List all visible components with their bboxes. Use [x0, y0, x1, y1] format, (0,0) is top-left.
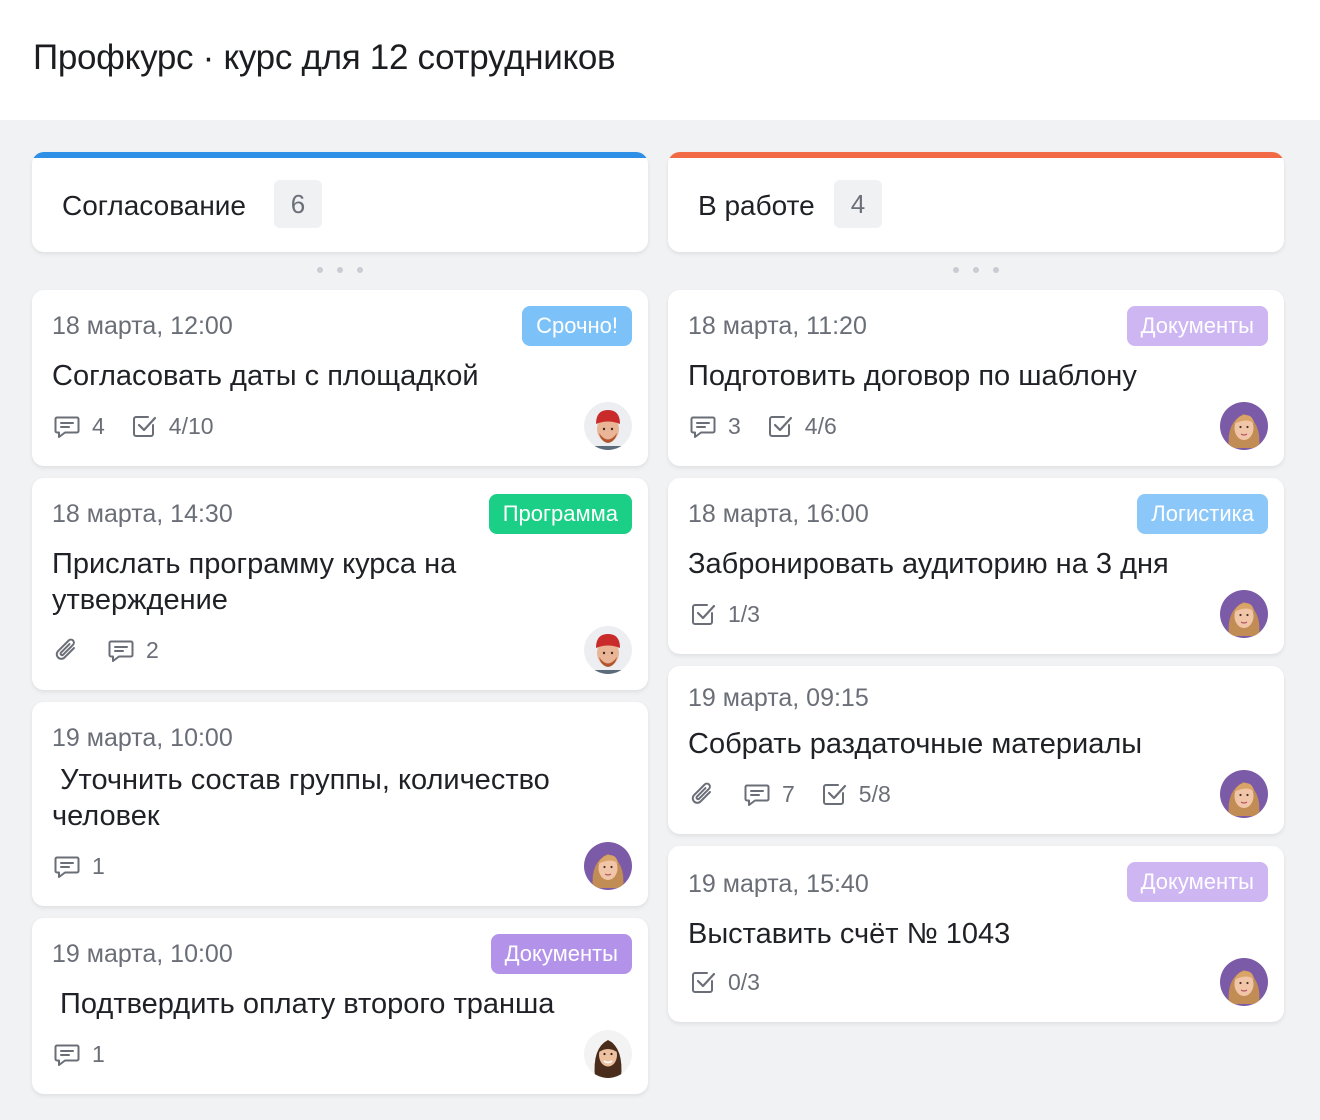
task-title: Подготовить договор по шаблону — [688, 360, 1137, 392]
attachment-icon — [688, 779, 718, 809]
column-in-work: В работе 4 18 марта, 11:20 Документы Под… — [668, 152, 1284, 1022]
avatar[interactable] — [584, 626, 632, 674]
comment-count: 3 — [728, 412, 741, 439]
task-title: Уточнить состав группы, количество челов… — [52, 764, 558, 832]
task-card[interactable]: 18 марта, 11:20 Документы Подготовить до… — [668, 290, 1284, 466]
task-card[interactable]: 19 марта, 10:00 Уточнить состав группы, … — [32, 702, 648, 906]
column-color-stripe — [32, 152, 648, 158]
task-date: 18 марта, 11:20 — [688, 312, 867, 340]
task-card[interactable]: 18 марта, 14:30 Программа Прислать прогр… — [32, 478, 648, 690]
task-date: 19 марта, 10:00 — [52, 940, 233, 968]
task-title: Выставить счёт № 1043 — [688, 918, 1011, 950]
drag-handle-dots[interactable] — [32, 260, 648, 280]
task-date: 18 марта, 16:00 — [688, 500, 869, 528]
comment-icon — [106, 635, 136, 665]
task-meta: 1/3 — [688, 598, 784, 630]
checklist-icon — [688, 599, 718, 629]
task-date: 18 марта, 14:30 — [52, 500, 233, 528]
drag-handle-dots[interactable] — [668, 260, 1284, 280]
comment-count: 2 — [146, 636, 159, 663]
checklist-count: 5/8 — [858, 780, 891, 807]
avatar[interactable] — [1220, 402, 1268, 450]
task-meta: 7 5/8 — [688, 778, 915, 810]
task-meta: 1 — [52, 1038, 129, 1070]
task-tag[interactable]: Документы — [490, 934, 632, 974]
task-tag[interactable]: Документы — [1126, 306, 1268, 346]
comment-count: 7 — [782, 780, 795, 807]
checklist-count: 4/10 — [168, 412, 214, 439]
page-title: Профкурс · курс для 12 сотрудников — [33, 38, 616, 77]
comment-icon — [742, 779, 772, 809]
checklist-icon — [129, 411, 159, 441]
task-meta: 0/3 — [688, 966, 784, 998]
column-header[interactable]: Согласование 6 — [32, 152, 648, 252]
comment-icon — [688, 411, 718, 441]
checklist-icon — [765, 411, 795, 441]
task-title: Подтвердить оплату второго транша — [52, 988, 555, 1020]
task-card[interactable]: 19 марта, 09:15 Собрать раздаточные мате… — [668, 666, 1284, 834]
task-date: 19 марта, 10:00 — [52, 724, 233, 752]
task-meta: 1 — [52, 850, 129, 882]
comment-count: 1 — [92, 852, 105, 879]
task-meta: 2 — [52, 634, 183, 666]
task-date: 19 марта, 15:40 — [688, 870, 869, 898]
checklist-count: 4/6 — [804, 412, 837, 439]
comment-icon — [52, 411, 82, 441]
comment-count: 4 — [92, 412, 105, 439]
column-count-badge: 6 — [274, 180, 322, 228]
column-color-stripe — [668, 152, 1284, 158]
checklist-count: 1/3 — [728, 600, 760, 627]
avatar[interactable] — [1220, 770, 1268, 818]
task-card[interactable]: 18 марта, 12:00 Срочно! Согласовать даты… — [32, 290, 648, 466]
page-header: Профкурс · курс для 12 сотрудников — [0, 0, 1320, 120]
column-agreement: Согласование 6 18 марта, 12:00 Срочно! С… — [32, 152, 648, 1094]
task-tag[interactable]: Срочно! — [522, 306, 632, 346]
attachment-icon — [52, 635, 82, 665]
task-card[interactable]: 19 марта, 15:40 Документы Выставить счёт… — [668, 846, 1284, 1022]
task-card[interactable]: 18 марта, 16:00 Логистика Забронировать … — [668, 478, 1284, 654]
task-date: 18 марта, 12:00 — [52, 312, 233, 340]
task-meta: 3 4/6 — [688, 410, 861, 442]
task-title: Согласовать даты с площадкой — [52, 360, 479, 392]
column-title: В работе — [698, 190, 815, 221]
task-card[interactable]: 19 марта, 10:00 Документы Подтвердить оп… — [32, 918, 648, 1094]
task-title: Прислать программу курса на утверждение — [52, 548, 457, 616]
task-tag[interactable]: Логистика — [1137, 494, 1268, 534]
task-tag[interactable]: Документы — [1126, 862, 1268, 902]
avatar[interactable] — [584, 1030, 632, 1078]
avatar[interactable] — [1220, 590, 1268, 638]
column-header[interactable]: В работе 4 — [668, 152, 1284, 252]
task-tag[interactable]: Программа — [488, 494, 632, 534]
checklist-icon — [688, 967, 718, 997]
comment-count: 1 — [92, 1040, 105, 1067]
comment-icon — [52, 851, 82, 881]
checklist-icon — [819, 779, 849, 809]
task-meta: 4 4/10 — [52, 410, 238, 442]
task-date: 19 марта, 09:15 — [688, 684, 869, 712]
task-title: Забронировать аудиторию на 3 дня — [688, 548, 1169, 580]
column-count-badge: 4 — [834, 180, 882, 228]
column-title: Согласование — [62, 190, 246, 221]
avatar[interactable] — [584, 842, 632, 890]
avatar[interactable] — [1220, 958, 1268, 1006]
avatar[interactable] — [584, 402, 632, 450]
task-title: Собрать раздаточные материалы — [688, 728, 1143, 760]
checklist-count: 0/3 — [728, 968, 760, 995]
comment-icon — [52, 1039, 82, 1069]
